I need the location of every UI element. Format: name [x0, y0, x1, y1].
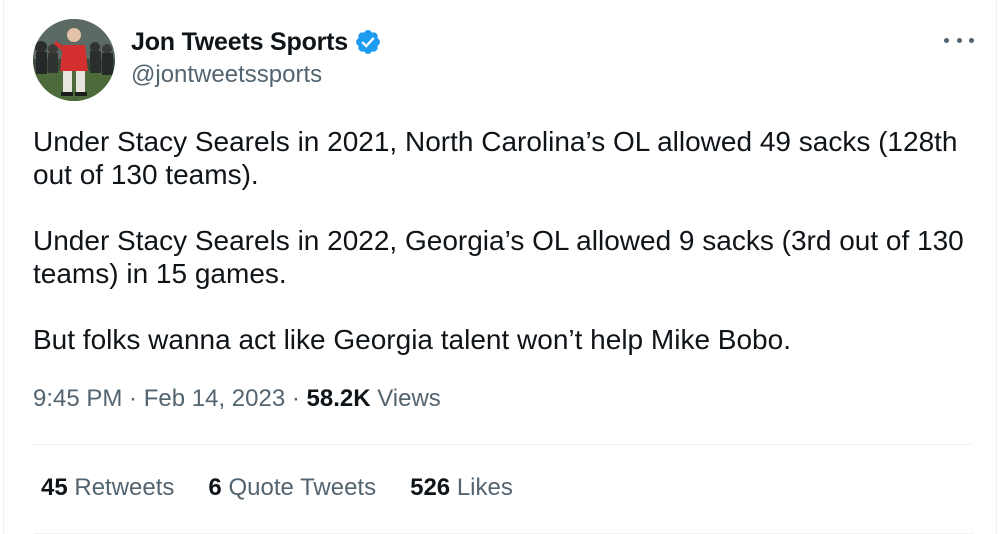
views-count: 58.2K — [306, 385, 371, 412]
more-dot — [956, 37, 962, 43]
views-label: Views — [377, 385, 441, 412]
author-display-name[interactable]: Jon Tweets Sports — [131, 28, 348, 57]
likes-stat[interactable]: 526 Likes — [410, 474, 513, 502]
retweets-count: 45 — [41, 474, 68, 501]
likes-count: 526 — [410, 474, 451, 501]
engagement-stats: 45 Retweets 6 Quote Tweets 526 Likes — [41, 474, 547, 502]
quote-tweets-stat[interactable]: 6 Quote Tweets — [208, 474, 376, 502]
likes-label: Likes — [456, 474, 513, 501]
retweets-stat[interactable]: 45 Retweets — [41, 474, 174, 502]
tweet-text: Under Stacy Searels in 2021, North Carol… — [33, 125, 973, 356]
tweet-paragraph: But folks wanna act like Georgia talent … — [33, 324, 791, 355]
retweets-label: Retweets — [74, 474, 175, 501]
meta-separator: · — [285, 385, 307, 412]
more-dot — [969, 37, 974, 43]
quote-tweets-label: Quote Tweets — [228, 474, 377, 501]
author-name-row[interactable]: Jon Tweets Sports — [131, 26, 382, 58]
tweet-meta: 9:45 PM · Feb 14, 2023 · 58.2K Views — [33, 385, 441, 413]
author-handle[interactable]: @jontweetssports — [131, 61, 322, 89]
tweet-paragraph: Under Stacy Searels in 2021, North Carol… — [33, 126, 958, 190]
avatar[interactable] — [33, 19, 115, 101]
divider — [33, 444, 973, 445]
more-dot — [944, 37, 949, 43]
verified-badge-icon — [356, 30, 380, 54]
tweet-card: Jon Tweets Sports @jontweetssports Under… — [3, 0, 997, 534]
avatar-image — [33, 19, 115, 101]
tweet-time[interactable]: 9:45 PM — [33, 385, 122, 412]
quote-tweets-count: 6 — [208, 474, 222, 501]
tweet-paragraph: Under Stacy Searels in 2022, Georgia’s O… — [33, 225, 964, 289]
more-options-icon[interactable] — [944, 28, 974, 52]
meta-separator: · — [122, 385, 144, 412]
tweet-date[interactable]: Feb 14, 2023 — [144, 385, 285, 412]
